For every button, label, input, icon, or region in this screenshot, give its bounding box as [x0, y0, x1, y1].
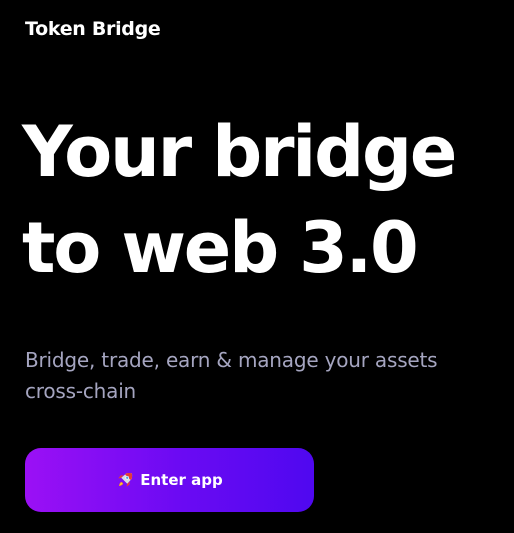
- hero-headline: Your bridge to web 3.0: [22, 104, 502, 296]
- hero-headline-line-2: to web 3.0: [22, 207, 419, 289]
- rocket-icon: [118, 472, 133, 487]
- landing-page: Token Bridge Your bridge to web 3.0 Brid…: [0, 0, 514, 533]
- hero-subtitle: Bridge, trade, earn & manage your assets…: [25, 348, 438, 403]
- brand-title: Token Bridge: [25, 18, 161, 40]
- enter-app-button[interactable]: Enter app: [25, 448, 314, 512]
- hero-headline-line-1: Your bridge: [22, 111, 457, 193]
- enter-app-label: Enter app: [140, 471, 223, 489]
